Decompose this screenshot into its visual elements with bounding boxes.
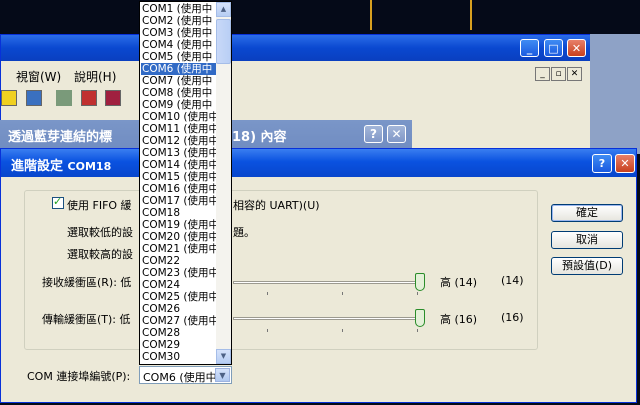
transmit-slider-track[interactable]: [233, 317, 425, 320]
slider-tick: [417, 329, 418, 332]
dialog-title-port: COM18: [67, 160, 112, 173]
cancel-button[interactable]: 取消: [551, 231, 623, 249]
mdi-minimize-button[interactable]: _: [535, 67, 550, 81]
dropdown-option[interactable]: COM16 (使用中: [141, 183, 217, 195]
dropdown-option[interactable]: COM4 (使用中: [141, 39, 217, 51]
chevron-down-icon[interactable]: ▼: [215, 368, 230, 382]
hint-high: 選取較高的設: [67, 248, 133, 261]
receive-slider-track[interactable]: [233, 281, 425, 284]
dropdown-option[interactable]: COM28: [141, 327, 217, 339]
scroll-down-icon[interactable]: ▼: [216, 349, 231, 364]
transmit-value: (16): [501, 311, 524, 324]
dropdown-option[interactable]: COM18: [141, 207, 217, 219]
dropdown-option[interactable]: COM15 (使用中: [141, 171, 217, 183]
help-button[interactable]: ?: [364, 125, 383, 143]
minimize-button[interactable]: _: [520, 39, 539, 57]
mdi-restore-button[interactable]: ▫: [551, 67, 566, 81]
dropdown-option[interactable]: COM24: [141, 279, 217, 291]
background-window-edge: [590, 34, 640, 154]
properties-window-title: 透過藍芽連結的標: [8, 130, 113, 145]
dialog-titlebar: 進階設定 COM18 ? ✕: [1, 149, 636, 177]
ok-button[interactable]: 確定: [551, 204, 623, 222]
dropdown-option[interactable]: COM19 (使用中: [141, 219, 217, 231]
properties-icon[interactable]: [26, 90, 42, 106]
dropdown-option[interactable]: COM2 (使用中: [141, 15, 217, 27]
dropdown-option[interactable]: COM17 (使用中: [141, 195, 217, 207]
dropdown-option[interactable]: COM1 (使用中: [141, 3, 217, 15]
dropdown-option[interactable]: COM21 (使用中: [141, 243, 217, 255]
receive-slider-thumb[interactable]: [415, 273, 425, 291]
dropdown-option[interactable]: COM27 (使用中: [141, 315, 217, 327]
slider-tick: [342, 329, 343, 332]
maximize-button[interactable]: □: [544, 39, 563, 57]
dropdown-option[interactable]: COM25 (使用中: [141, 291, 217, 303]
close-button[interactable]: ✕: [567, 39, 586, 57]
dropdown-option[interactable]: COM23 (使用中: [141, 267, 217, 279]
close-button[interactable]: ✕: [615, 154, 635, 173]
fifo-checkbox[interactable]: [52, 195, 64, 209]
dropdown-option[interactable]: COM14 (使用中: [141, 159, 217, 171]
dropdown-option[interactable]: COM12 (使用中: [141, 135, 217, 147]
com-port-dropdown: COM1 (使用中 COM2 (使用中 COM3 (使用中 COM4 (使用中 COM5…: [139, 1, 232, 365]
receive-high-label: 高 (14): [440, 276, 478, 289]
help-icon[interactable]: [1, 90, 17, 106]
connect-icon[interactable]: [56, 90, 72, 106]
dropdown-option[interactable]: COM6 (使用中: [141, 63, 217, 75]
dialog-title-main: 進階設定: [11, 159, 64, 174]
delete-icon[interactable]: [105, 90, 121, 106]
mdi-close-button[interactable]: ✕: [567, 67, 582, 81]
help-button[interactable]: ?: [592, 154, 612, 173]
hint-low: 選取較低的設: [67, 226, 133, 239]
slider-tick: [417, 292, 418, 295]
dropdown-scrollbar[interactable]: ▲ ▼: [216, 2, 231, 364]
desktop-stripe: [370, 0, 372, 30]
scrollbar-thumb[interactable]: [216, 19, 231, 64]
hint-low-tail: 題。: [233, 226, 255, 239]
transmit-buffer-label: 傳輸緩衝區(T): 低: [42, 313, 131, 326]
dropdown-option[interactable]: COM8 (使用中: [141, 87, 217, 99]
transmit-slider-thumb[interactable]: [415, 309, 425, 327]
receive-value: (14): [501, 274, 524, 287]
dropdown-option[interactable]: COM11 (使用中: [141, 123, 217, 135]
slider-tick: [342, 292, 343, 295]
slider-tick: [267, 292, 268, 295]
dropdown-list: COM1 (使用中 COM2 (使用中 COM3 (使用中 COM4 (使用中 COM5…: [141, 3, 217, 363]
dropdown-option[interactable]: COM26: [141, 303, 217, 315]
dropdown-option[interactable]: COM7 (使用中: [141, 75, 217, 87]
dropdown-option[interactable]: COM20 (使用中: [141, 231, 217, 243]
fifo-label-tail: 相容的 UART)(U): [233, 199, 320, 212]
menubar: 視窗(W) 說明(H) _ ▫ ✕: [1, 63, 591, 85]
dropdown-option[interactable]: COM9 (使用中: [141, 99, 217, 111]
fifo-label: 使用 FIFO 緩: [67, 199, 132, 212]
desktop-stripe: [470, 0, 472, 30]
transmit-high-label: 高 (16): [440, 313, 478, 326]
slider-tick: [267, 329, 268, 332]
disconnect-icon[interactable]: [81, 90, 97, 106]
dropdown-option[interactable]: COM5 (使用中: [141, 51, 217, 63]
toolbar: [1, 87, 591, 111]
properties-window-title-tail: 18) 內容: [232, 130, 287, 145]
close-button[interactable]: ✕: [387, 125, 406, 143]
receive-buffer-label: 接收緩衝區(R): 低: [42, 276, 132, 289]
menu-window[interactable]: 視窗(W): [16, 68, 61, 85]
menu-help[interactable]: 說明(H): [74, 68, 116, 85]
dropdown-option[interactable]: COM22: [141, 255, 217, 267]
dropdown-option[interactable]: COM10 (使用中: [141, 111, 217, 123]
dropdown-option[interactable]: COM29: [141, 339, 217, 351]
dropdown-option[interactable]: COM13 (使用中: [141, 147, 217, 159]
dropdown-option[interactable]: COM30: [141, 351, 217, 363]
com-port-selected-value: COM6 (使用中: [143, 371, 217, 384]
com-port-select[interactable]: COM6 (使用中 ▼: [139, 366, 232, 384]
scroll-up-icon[interactable]: ▲: [216, 2, 231, 17]
defaults-button[interactable]: 預設值(D): [551, 257, 623, 275]
dialog-title: 進階設定 COM18: [11, 155, 111, 174]
com-port-label: COM 連接埠編號(P):: [27, 370, 131, 383]
dropdown-option[interactable]: COM3 (使用中: [141, 27, 217, 39]
app-titlebar: _ □ ✕: [1, 35, 591, 61]
